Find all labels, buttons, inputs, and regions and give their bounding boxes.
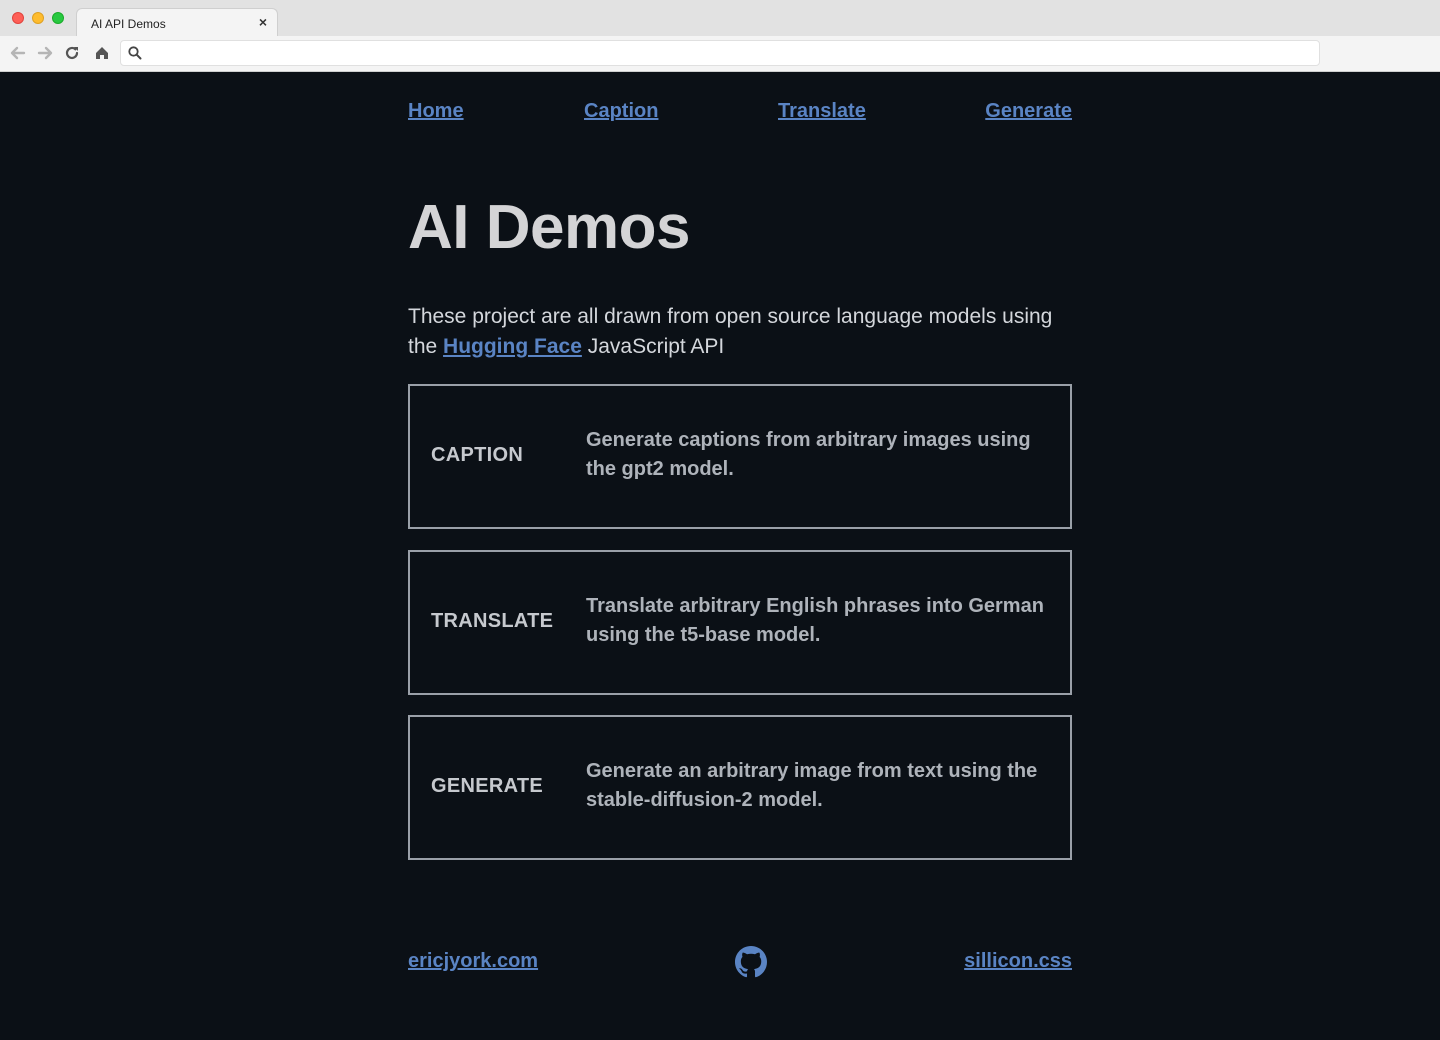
card-description: Generate captions from arbitrary images …	[586, 429, 1031, 480]
browser-toolbar	[0, 36, 1440, 72]
top-nav: Home Caption Translate Generate	[408, 100, 1072, 130]
card-description: Translate arbitrary English phrases into…	[586, 595, 1044, 646]
back-arrow-icon[interactable]	[8, 44, 28, 64]
card-label: GENERATE	[431, 775, 544, 797]
browser-chrome: AI API Demos ×	[0, 0, 1440, 72]
github-icon[interactable]	[735, 946, 767, 978]
home-icon[interactable]	[92, 44, 112, 64]
page-content: Home Caption Translate Generate AI Demos…	[0, 72, 1440, 1040]
page-title: AI Demos	[408, 193, 690, 262]
maximize-window-button[interactable]	[52, 12, 64, 24]
tab-title: AI API Demos	[91, 17, 166, 31]
footer-link-sillicon-css[interactable]: sillicon.css	[964, 950, 1072, 973]
footer: ericjyork.com sillicon.css	[408, 946, 1072, 982]
minimize-window-button[interactable]	[32, 12, 44, 24]
title-bar: AI API Demos ×	[0, 0, 1440, 36]
tab-close-icon[interactable]: ×	[259, 14, 267, 30]
card-label: CAPTION	[431, 444, 524, 466]
footer-link-ericjyork[interactable]: ericjyork.com	[408, 950, 538, 973]
hugging-face-link[interactable]: Hugging Face	[443, 335, 582, 358]
browser-tab[interactable]: AI API Demos ×	[76, 8, 278, 36]
intro-paragraph: These project are all drawn from open so…	[408, 302, 1072, 362]
forward-arrow-icon[interactable]	[35, 44, 55, 64]
card-label: TRANSLATE	[431, 610, 554, 632]
nav-link-generate[interactable]: Generate	[985, 100, 1072, 123]
card-generate[interactable]: GENERATE Generate an arbitrary image fro…	[408, 715, 1072, 860]
nav-link-caption[interactable]: Caption	[584, 100, 658, 123]
card-caption[interactable]: CAPTION Generate captions from arbitrary…	[408, 384, 1072, 529]
close-window-button[interactable]	[12, 12, 24, 24]
card-translate[interactable]: TRANSLATE Translate arbitrary English ph…	[408, 550, 1072, 695]
address-bar[interactable]	[120, 40, 1320, 66]
reload-icon[interactable]	[62, 44, 82, 64]
nav-link-home[interactable]: Home	[408, 100, 464, 123]
card-description: Generate an arbitrary image from text us…	[586, 760, 1038, 811]
intro-text-after: JavaScript API	[581, 335, 725, 358]
search-icon	[127, 45, 143, 61]
nav-link-translate[interactable]: Translate	[778, 100, 866, 123]
